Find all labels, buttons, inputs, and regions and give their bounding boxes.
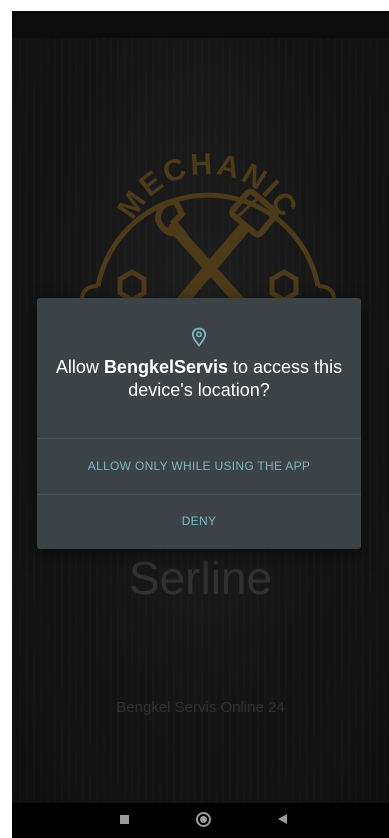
home-icon[interactable] bbox=[196, 812, 211, 827]
location-permission-dialog: Allow BengkelServis to access this devic… bbox=[37, 298, 361, 549]
back-icon[interactable] bbox=[278, 814, 287, 824]
dialog-title-prefix: Allow bbox=[55, 357, 104, 377]
allow-while-using-button[interactable]: ALLOW ONLY WHILE USING THE APP bbox=[37, 438, 361, 494]
location-pin-icon bbox=[191, 327, 207, 347]
dialog-title: Allow BengkelServis to access this devic… bbox=[51, 356, 347, 402]
navigation-bar bbox=[12, 803, 389, 838]
phone-screen: MECHANIC Serline Bengkel Servis Online 2… bbox=[12, 11, 389, 838]
dialog-app-name: BengkelServis bbox=[103, 357, 229, 377]
recents-icon[interactable] bbox=[120, 815, 129, 824]
deny-button[interactable]: DENY bbox=[37, 494, 361, 549]
status-bar bbox=[12, 11, 389, 38]
